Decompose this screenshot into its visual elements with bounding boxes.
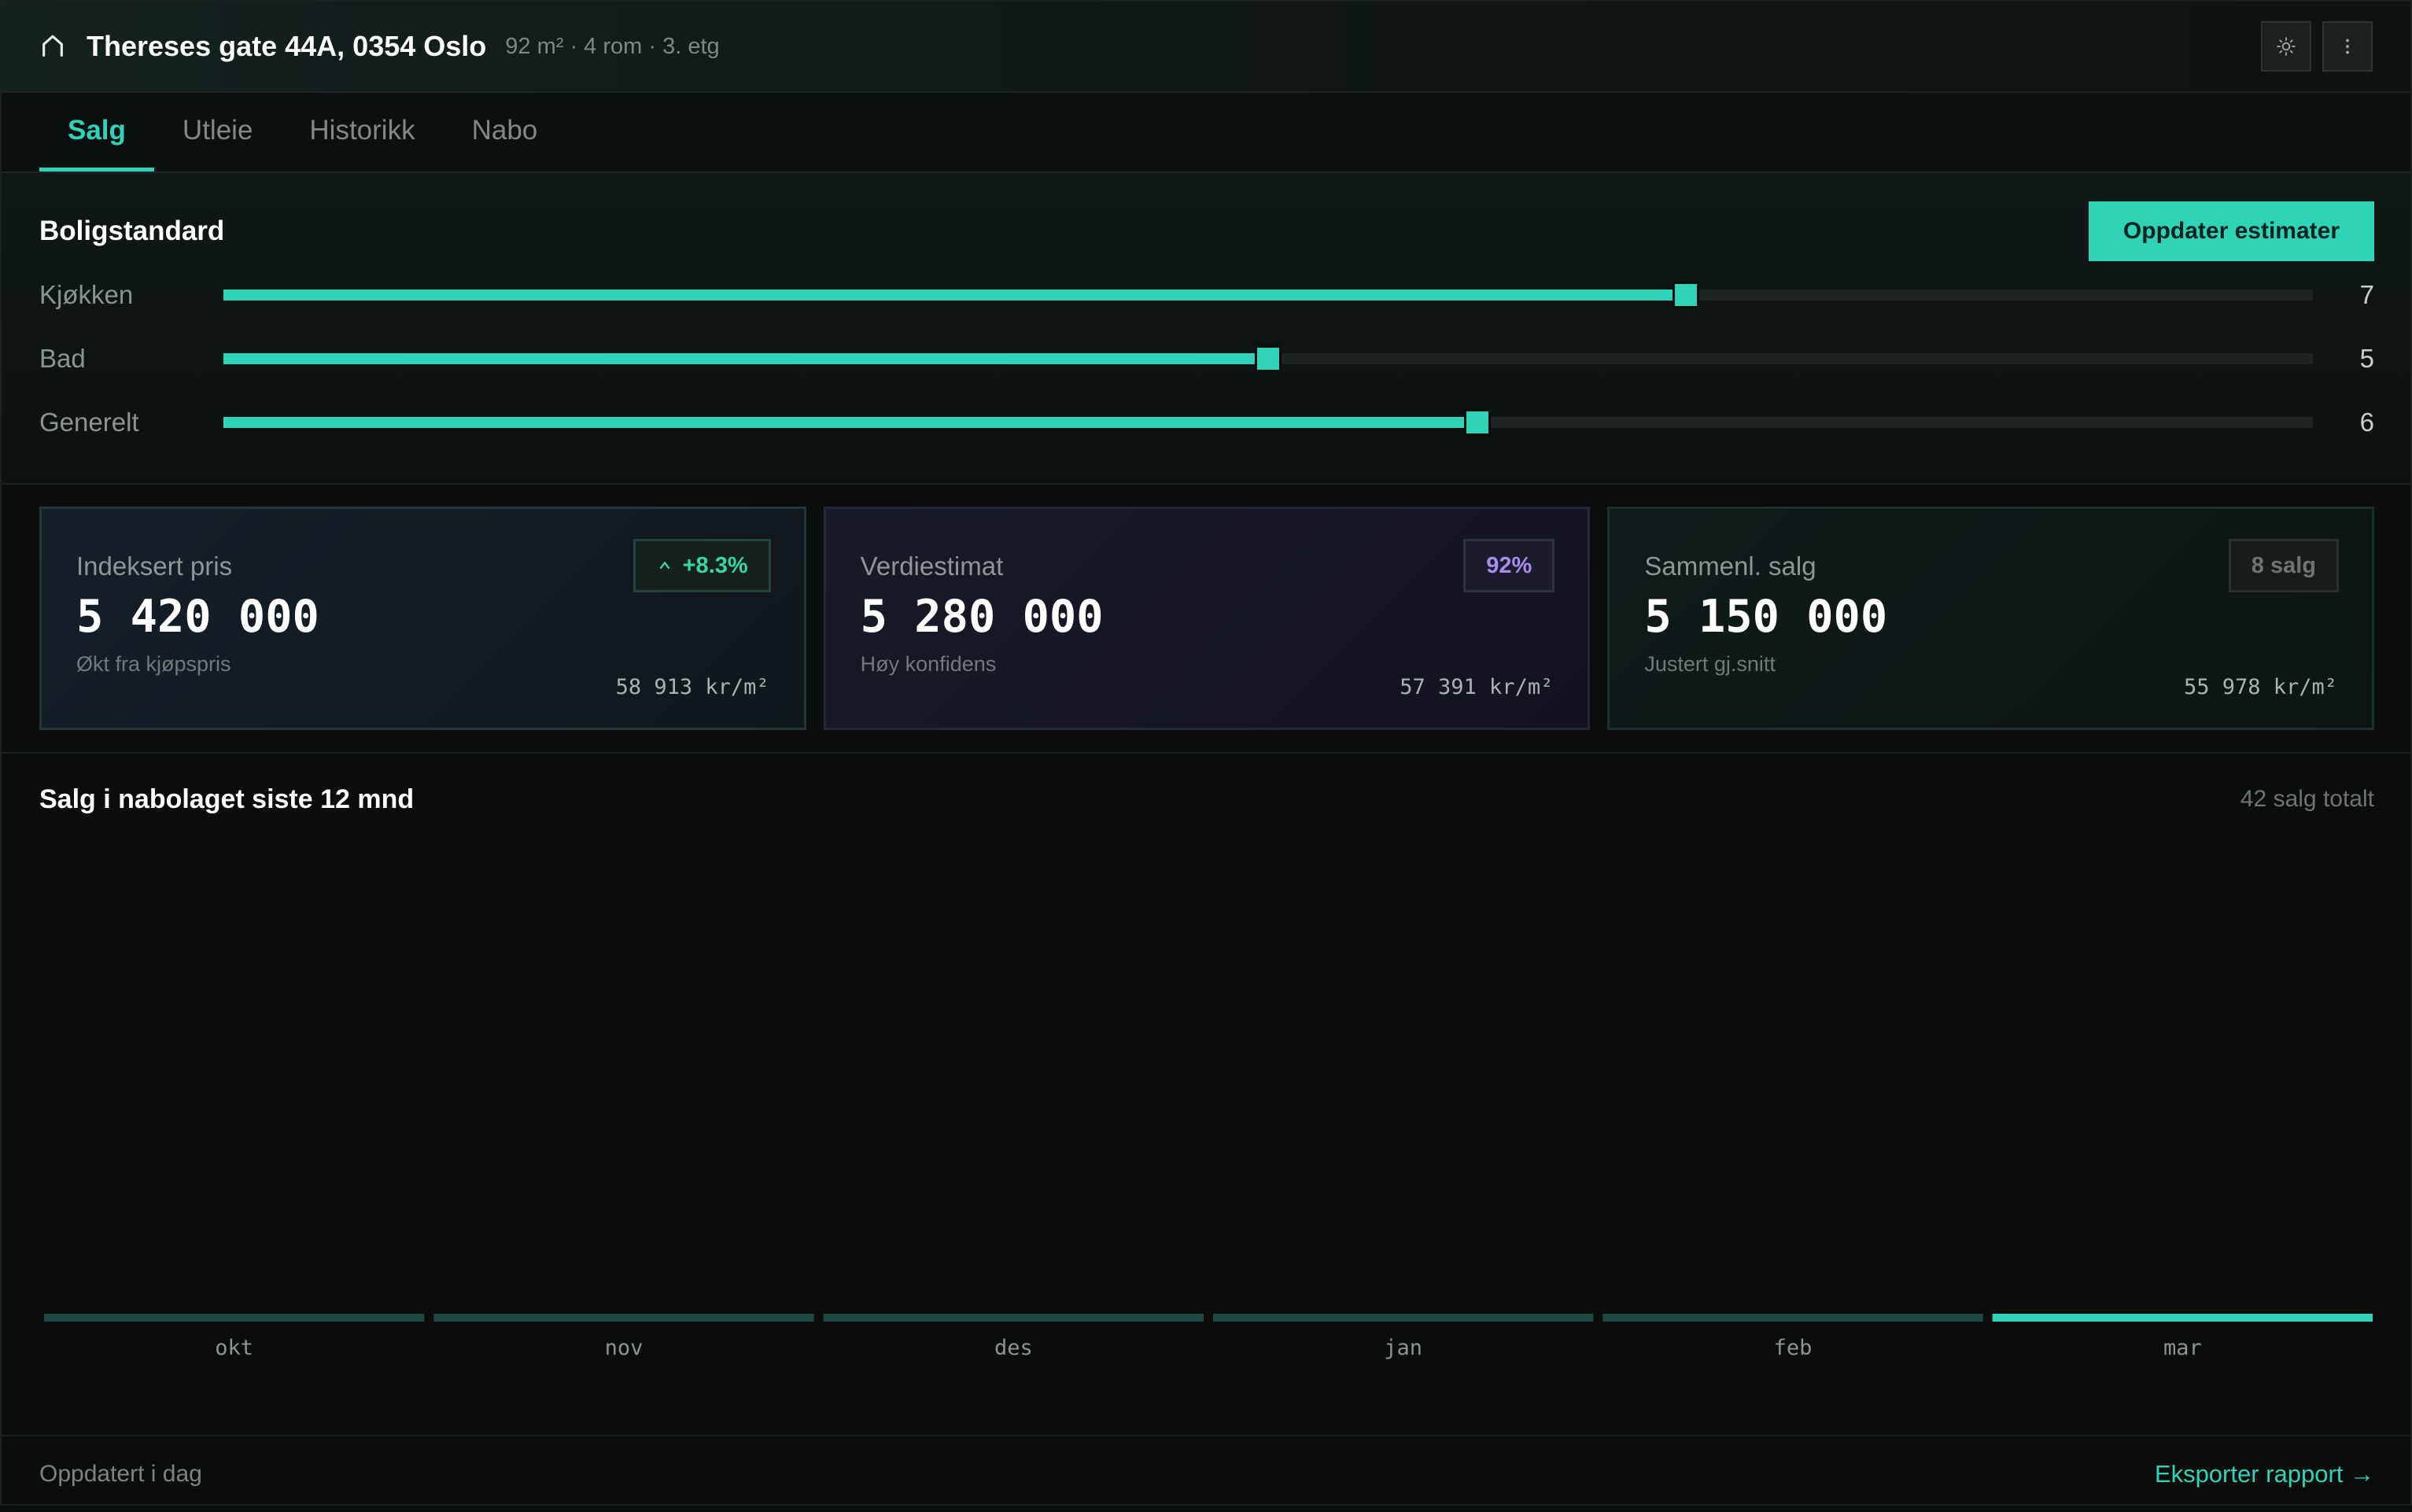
month-label-nov: nov [605,1336,644,1360]
slider-handle[interactable] [1255,345,1282,372]
section-header: Boligstandard Oppdater estimater [39,200,2374,263]
sun-icon [2277,37,2296,56]
footer: Oppdatert i dag Eksporter rapport → [2,1436,2410,1512]
month-label-mar: mar [2163,1336,2202,1360]
month-bar-des[interactable] [823,1314,1204,1322]
price-per-sqm: 55 978 kr/m² [2183,675,2338,699]
chevron-up-icon [659,562,670,570]
slider-label: Generelt [39,407,139,437]
month-bar-feb[interactable] [1602,1314,1983,1322]
badge-text: +8.3% [682,552,748,578]
month-label-feb: feb [1774,1336,1813,1360]
card-subtext: Økt fra kjøpspris [76,652,231,676]
comparable-sales-card: 8 salg Sammenl. salg 5 150 000 Justert g… [1607,507,2375,730]
theme-toggle-button[interactable] [2261,21,2311,72]
kitchen-slider[interactable] [223,281,2313,308]
card-value: 5 280 000 [860,591,1104,643]
neighborhood-sales-section: Salg i nabolaget siste 12 mnd 42 salg to… [2,754,2410,1436]
sales-total: 42 salg totalt [2240,786,2374,812]
slider-handle[interactable] [1673,281,1700,308]
app-window: Thereses gate 44A, 0354 Oslo 92 m² · 4 r… [0,0,2412,1506]
month-bar-okt[interactable] [44,1314,425,1322]
slider-row-bathroom: Bad 5 [39,326,2374,390]
card-value: 5 420 000 [76,591,319,643]
section-title: Boligstandard [39,216,225,246]
header: Thereses gate 44A, 0354 Oslo 92 m² · 4 r… [2,2,2410,93]
sales-count-badge: 8 salg [2228,539,2340,592]
slider-value: 7 [2359,279,2374,309]
tab-utleie[interactable]: Utleie [154,93,281,171]
chart-title: Salg i nabolaget siste 12 mnd [39,784,415,814]
housing-standard-section: Boligstandard Oppdater estimater Kjøkken… [2,173,2410,485]
property-address: Thereses gate 44A, 0354 Oslo [87,30,487,62]
tab-historikk[interactable]: Historikk [281,93,443,171]
header-actions [2261,21,2373,72]
updated-status: Oppdatert i dag [39,1461,202,1487]
home-icon [39,31,71,62]
tab-nabo[interactable]: Nabo [444,93,566,171]
export-report-link[interactable]: Eksporter rapport → [2155,1460,2374,1488]
slider-value: 5 [2359,343,2374,373]
more-vertical-icon [2346,39,2349,54]
month-label-des: des [994,1336,1033,1360]
update-estimates-button[interactable]: Oppdater estimater [2088,201,2374,261]
slider-row-general: Generelt 6 [39,390,2374,454]
slider-fill [223,289,1687,301]
badge-text: 8 salg [2251,552,2317,578]
price-per-sqm: 57 391 kr/m² [1400,675,1554,699]
slider-label: Bad [39,343,86,373]
price-per-sqm: 58 913 kr/m² [615,675,769,699]
slider-fill [223,352,1268,364]
more-options-button[interactable] [2322,21,2373,72]
indexed-price-card: +8.3% Indeksert pris 5 420 000 Økt fra k… [39,507,806,730]
slider-value: 6 [2359,407,2374,437]
month-label-jan: jan [1384,1336,1422,1360]
slider-row-kitchen: Kjøkken 7 [39,263,2374,326]
chart-header: Salg i nabolaget siste 12 mnd 42 salg to… [2,754,2410,845]
value-estimate-card: 92% Verdiestimat 5 280 000 Høy konfidens… [823,507,1591,730]
bathroom-slider[interactable] [223,345,2313,372]
month-bar-mar[interactable] [1992,1314,2373,1322]
card-subtext: Justert gj.snitt [1644,652,1776,676]
sales-chart: okt nov des jan feb mar [44,845,2373,1364]
property-meta: 92 m² · 4 rom · 3. etg [505,33,720,59]
card-label: Verdiestimat [860,551,1004,581]
card-subtext: Høy konfidens [860,652,997,676]
estimate-cards: +8.3% Indeksert pris 5 420 000 Økt fra k… [2,485,2410,754]
general-slider[interactable] [223,408,2313,436]
change-badge: +8.3% [633,539,771,592]
tab-salg[interactable]: Salg [39,93,154,171]
slider-handle[interactable] [1463,408,1491,436]
tab-bar: Salg Utleie Historikk Nabo [2,93,2410,173]
badge-text: 92% [1486,552,1532,578]
month-bar-nov[interactable] [433,1314,814,1322]
card-value: 5 150 000 [1644,591,1888,643]
month-label-okt: okt [215,1336,253,1360]
sales-chart-svg: okt nov des jan feb mar [44,1314,2373,1360]
month-bar-jan[interactable] [1213,1314,1594,1322]
slider-fill [223,416,1477,428]
confidence-badge: 92% [1463,539,1555,592]
slider-label: Kjøkken [39,279,134,309]
